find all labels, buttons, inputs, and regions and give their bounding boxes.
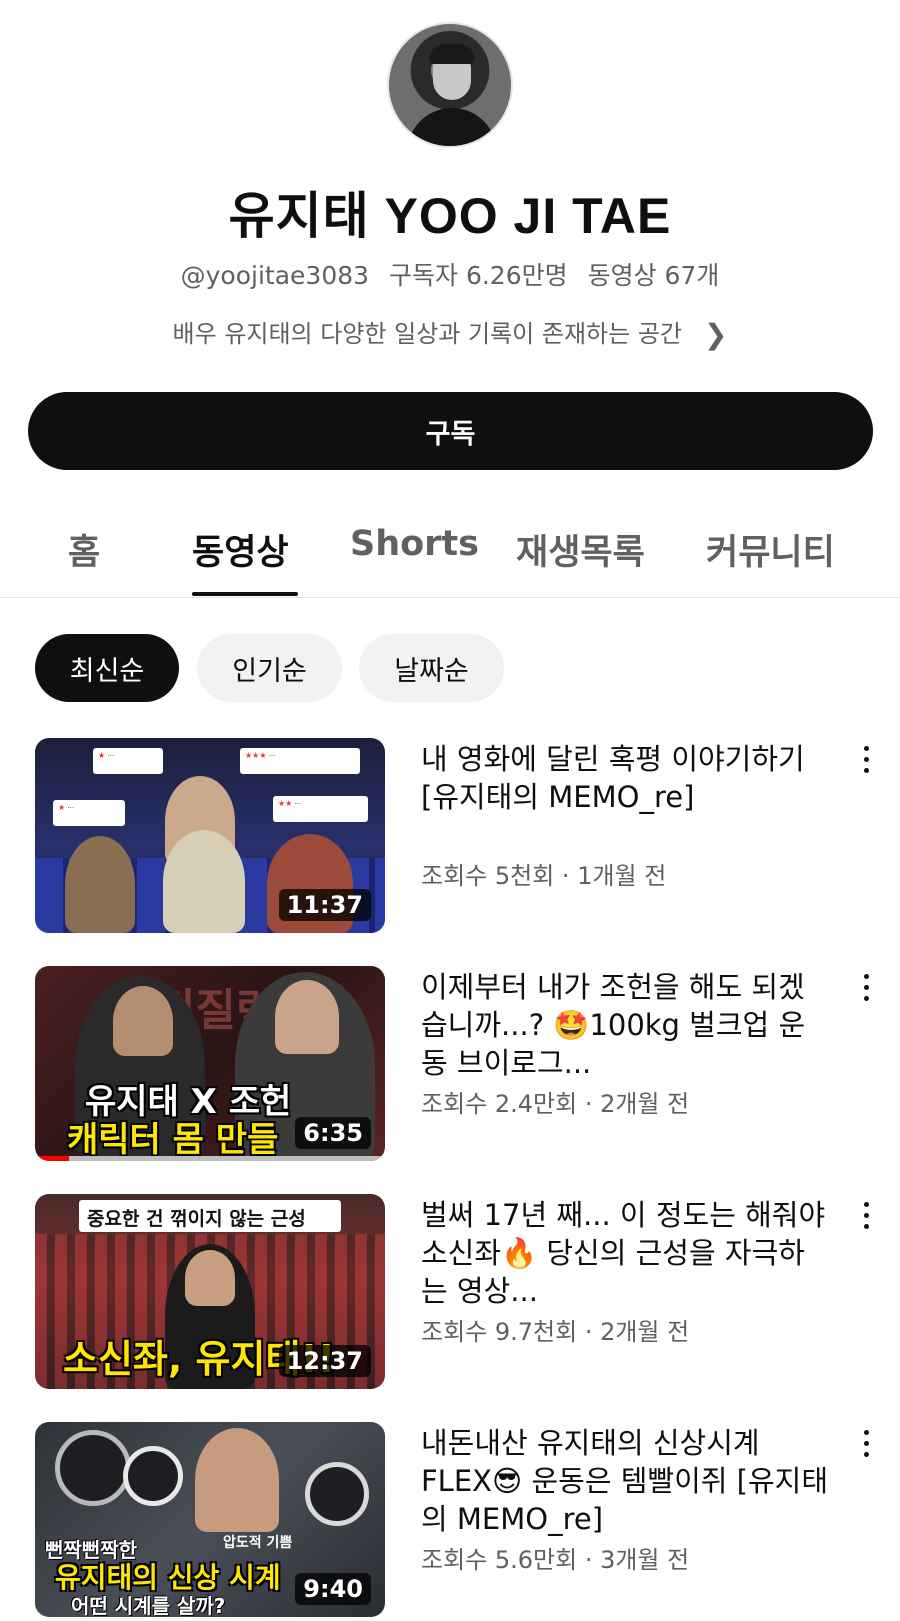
video-thumbnail[interactable]: ★ ··· ★★★ ··· ★ ··· ★★ ··· 11:37	[35, 738, 385, 933]
video-title[interactable]: 이제부터 내가 조헌을 해도 되겠습니까...? 🤩100kg 벌크업 운동 브…	[421, 968, 831, 1082]
cartoon-face	[275, 980, 339, 1054]
video-thumbnail[interactable]: 중요한 건 꺾이지 않는 근성 소신좌, 유지태!! 12:37	[35, 1194, 385, 1389]
video-title[interactable]: 벌써 17년 째... 이 정도는 해줘야 소신좌🔥 당신의 근성을 자극하는 …	[421, 1196, 831, 1310]
thumbnail-text: 어떤 시계를 살까?	[71, 1594, 226, 1617]
watch-icon	[55, 1430, 131, 1506]
person-figure	[163, 830, 245, 933]
video-meta: 조회수 2.4만회 · 2개월 전	[421, 1090, 690, 1118]
channel-name: 유지태 YOO JI TAE	[228, 188, 672, 244]
person-face	[195, 1428, 279, 1532]
subscriber-count: 구독자 6.26만명	[389, 261, 568, 290]
tab-playlists[interactable]: 재생목록	[516, 524, 645, 575]
video-duration: 6:35	[295, 1117, 371, 1149]
thumbnail-banner-text: 중요한 건 꺾이지 않는 근성	[87, 1208, 306, 1230]
channel-avatar[interactable]	[387, 22, 513, 148]
filter-chip-oldest[interactable]: 날짜순	[359, 634, 504, 702]
thumbnail-tag: 압도적 기쁨	[223, 1535, 293, 1551]
video-item[interactable]: 중요한 건 꺾이지 않는 근성 소신좌, 유지태!! 12:37 벌써 17년 …	[0, 1194, 900, 1394]
subscribe-button[interactable]: 구독	[28, 392, 873, 470]
filter-chip-latest[interactable]: 최신순	[35, 634, 179, 702]
review-card: ★ ···	[93, 748, 163, 774]
video-duration: 9:40	[295, 1573, 371, 1605]
tab-home[interactable]: 홈	[68, 524, 100, 575]
review-card: ★★★ ···	[240, 748, 360, 774]
watch-icon	[123, 1446, 183, 1506]
channel-tabs: 홈 동영상 Shorts 재생목록 커뮤니티	[0, 508, 900, 598]
more-vert-icon[interactable]	[856, 974, 876, 1014]
person-face	[185, 1250, 235, 1306]
person-face	[113, 986, 173, 1056]
channel-handle: @yoojitae3083	[180, 261, 370, 290]
video-duration: 12:37	[278, 1345, 371, 1377]
filter-chip-popular[interactable]: 인기순	[197, 634, 342, 702]
channel-description-link[interactable]: 배우 유지태의 다양한 일상과 기록이 존재하는 공간 ❯	[0, 314, 900, 351]
video-meta: 조회수 5천회 · 1개월 전	[421, 862, 667, 890]
video-title[interactable]: 내 영화에 달린 혹평 이야기하기 [유지태의 MEMO_re]	[421, 740, 831, 816]
tab-videos[interactable]: 동영상	[192, 524, 289, 575]
video-item[interactable]: ★ ··· ★★★ ··· ★ ··· ★★ ··· 11:37 내 영화에 달…	[0, 738, 900, 938]
more-vert-icon[interactable]	[856, 746, 876, 786]
watch-progress-bar	[35, 1156, 69, 1161]
tab-shorts[interactable]: Shorts	[350, 524, 479, 564]
watch-progress-track	[35, 1156, 385, 1161]
chevron-right-icon: ❯	[703, 318, 728, 351]
channel-description: 배우 유지태의 다양한 일상과 기록이 존재하는 공간	[172, 320, 682, 348]
more-vert-icon[interactable]	[856, 1202, 876, 1242]
watch-icon	[305, 1462, 369, 1526]
video-thumbnail[interactable]: 비질란테 유지태 X 조헌 캐릭터 몸 만들 6:35	[35, 966, 385, 1161]
video-meta: 조회수 9.7천회 · 2개월 전	[421, 1318, 690, 1346]
channel-meta: @yoojitae3083 구독자 6.26만명 동영상 67개	[0, 256, 900, 292]
video-thumbnail[interactable]: 압도적 기쁨 뻔짝뻔짝한 유지태의 신상 시계 어떤 시계를 살까? 9:40	[35, 1422, 385, 1617]
active-tab-indicator	[192, 592, 298, 596]
avatar-shoulders	[407, 108, 497, 146]
video-item[interactable]: 압도적 기쁨 뻔짝뻔짝한 유지태의 신상 시계 어떤 시계를 살까? 9:40 …	[0, 1422, 900, 1621]
avatar-hair	[429, 44, 475, 64]
review-card: ★ ···	[53, 800, 125, 826]
video-meta: 조회수 5.6만회 · 3개월 전	[421, 1546, 690, 1574]
review-card: ★★ ···	[273, 796, 368, 822]
video-count: 동영상 67개	[587, 261, 720, 290]
tab-community[interactable]: 커뮤니티	[706, 524, 835, 575]
video-title[interactable]: 내돈내산 유지태의 신상시계 FLEX😎 운동은 템빨이쥐 [유지태의 MEMO…	[421, 1424, 831, 1538]
person-figure	[65, 836, 135, 933]
more-vert-icon[interactable]	[856, 1430, 876, 1470]
video-duration: 11:37	[278, 889, 371, 921]
thumbnail-text: 캐릭터 몸 만들	[67, 1120, 279, 1160]
video-item[interactable]: 비질란테 유지태 X 조헌 캐릭터 몸 만들 6:35 이제부터 내가 조헌을 …	[0, 966, 900, 1166]
